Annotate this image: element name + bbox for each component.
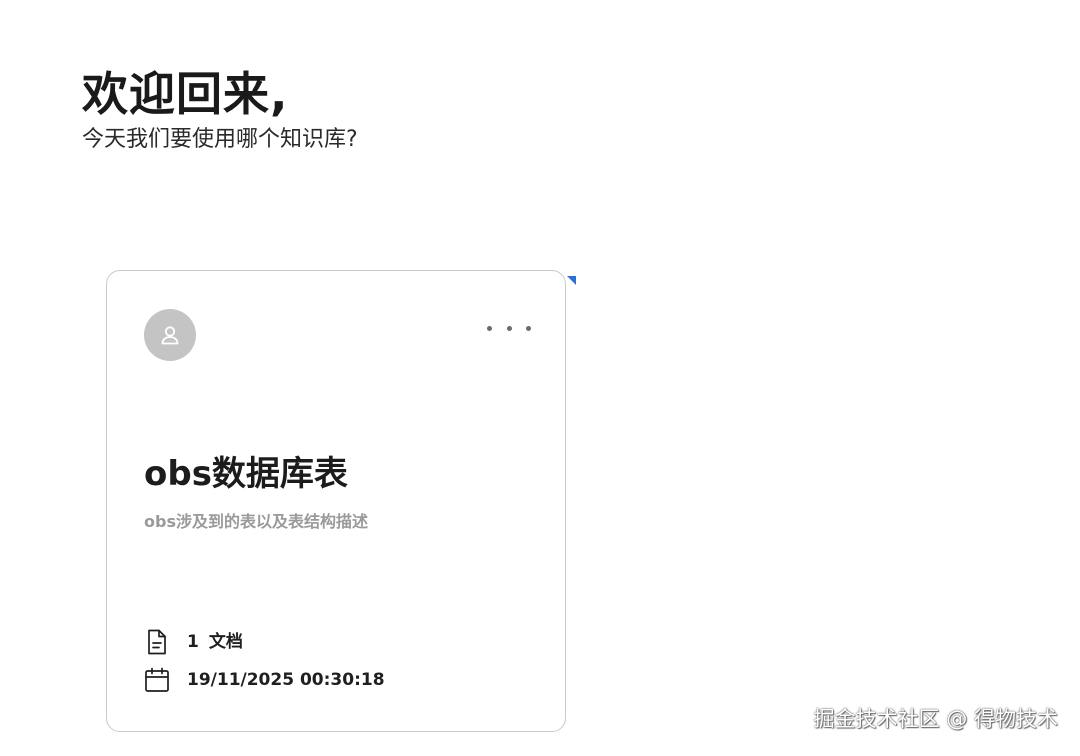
avatar	[144, 309, 196, 361]
watermark: 掘金技术社区 @ 得物技术	[813, 707, 1058, 731]
calendar-icon	[144, 667, 170, 693]
doc-label: 文档	[208, 632, 243, 652]
knowledge-base-description: obs涉及到的表以及表结构描述	[144, 512, 368, 531]
welcome-subtitle: 今天我们要使用哪个知识库?	[82, 127, 358, 152]
knowledge-base-card[interactable]: obs数据库表 obs涉及到的表以及表结构描述 1 文档 19/11/2025 …	[106, 270, 566, 732]
card-selection-marker	[567, 276, 576, 285]
doc-count: 1	[187, 632, 199, 652]
knowledge-base-title: obs数据库表	[144, 454, 348, 494]
updated-date: 19/11/2025 00:30:18	[187, 670, 385, 690]
welcome-title: 欢迎回来,	[82, 67, 289, 121]
user-icon	[161, 326, 179, 345]
more-horizontal-icon	[487, 325, 492, 331]
doc-count-row: 1 文档	[144, 629, 243, 655]
updated-date-row: 19/11/2025 00:30:18	[144, 667, 385, 693]
more-options-button[interactable]	[487, 317, 531, 339]
page: 欢迎回来, 今天我们要使用哪个知识库? obs数据库表 obs涉及到的表以及表结…	[0, 0, 1080, 756]
document-icon	[144, 629, 170, 655]
